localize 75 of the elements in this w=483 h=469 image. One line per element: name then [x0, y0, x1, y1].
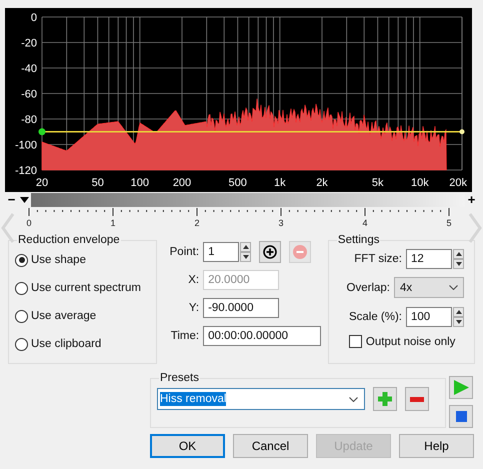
add-point-button[interactable]	[259, 241, 282, 263]
axis-label: 1k	[274, 177, 286, 189]
dialog-button[interactable]: Cancel	[233, 434, 308, 458]
spin-down-button[interactable]	[240, 252, 252, 262]
down-triangle-icon	[456, 320, 462, 324]
envelope-point[interactable]	[38, 128, 46, 136]
axis-label: 2k	[316, 177, 328, 189]
spin-down-button[interactable]	[453, 316, 464, 326]
up-triangle-icon	[242, 245, 249, 249]
down-triangle-icon	[456, 262, 462, 266]
minus-icon	[410, 396, 424, 402]
chevron-down-icon	[349, 396, 358, 402]
point-field[interactable]: 1	[203, 242, 240, 262]
minus-circle-icon	[293, 245, 308, 259]
ruler-label: 3	[278, 218, 284, 228]
axis-label: -40	[21, 63, 37, 75]
axis-label: -20	[21, 38, 37, 50]
field-label: Time:	[170, 330, 200, 342]
axis-label: -120	[14, 165, 37, 177]
axis-label: 200	[172, 177, 192, 189]
group-title: Settings	[336, 234, 380, 246]
spin-up-button[interactable]	[240, 242, 252, 252]
down-triangle-icon	[242, 255, 249, 259]
field-label: Point:	[168, 246, 200, 258]
axis-label: 50	[92, 177, 104, 189]
group-title: Presets	[159, 372, 200, 384]
preset-dropdown[interactable]: Hiss removal	[157, 388, 365, 410]
field-label: Overlap:	[346, 282, 390, 294]
axis-label: 100	[130, 177, 150, 189]
input-field[interactable]: 12	[406, 248, 452, 268]
down-triangle-icon	[20, 197, 29, 203]
axis-label: -80	[21, 114, 37, 126]
axis-label: 20k	[449, 177, 467, 189]
radio-option[interactable]: Use shape	[15, 252, 150, 268]
ruler-label: 4	[362, 218, 368, 228]
field-label: FFT size:	[354, 252, 402, 264]
chevron-down-icon	[449, 285, 458, 290]
spin-up-button[interactable]	[453, 248, 464, 258]
dialog-button[interactable]: OK	[150, 434, 225, 458]
up-triangle-icon	[456, 310, 462, 314]
axis-label: 10k	[410, 177, 429, 189]
dialog-button[interactable]: Help	[399, 434, 474, 458]
spin-up-button[interactable]	[453, 306, 464, 316]
ruler-label: 0	[26, 218, 32, 228]
axis-label: 20	[36, 177, 48, 189]
input-field[interactable]: 00:00:00.00000	[203, 326, 322, 346]
plus-icon	[378, 392, 392, 406]
radio-option[interactable]: Use clipboard	[15, 336, 150, 352]
ruler-label: 5	[446, 218, 452, 228]
axis-label: -100	[14, 140, 37, 152]
axis-label: 500	[228, 177, 247, 189]
plus-circle-icon	[263, 245, 278, 259]
envelope-point[interactable]	[460, 129, 464, 134]
stop-icon	[456, 411, 466, 422]
field-label: Y:	[188, 302, 200, 314]
checkbox-option[interactable]: Output noise only	[348, 335, 468, 348]
axis-label: -60	[21, 88, 37, 100]
input-field[interactable]: -90.0000	[203, 298, 280, 318]
input-field[interactable]: 100	[406, 306, 452, 326]
spectrum-graph[interactable]: 0 -20 -40 -60 -80 -100 -120 20 50 100 200 500 1k 2k 5k 10k 20k	[5, 8, 472, 192]
radio-option[interactable]: Use average	[15, 308, 150, 324]
up-triangle-icon	[456, 252, 462, 256]
axis-label: 0	[30, 12, 37, 24]
field-label: X:	[187, 274, 200, 286]
play-icon	[454, 380, 468, 395]
group-title: Reduction envelope	[17, 234, 121, 246]
stop-button[interactable]	[449, 405, 473, 428]
radio-option[interactable]: Use current spectrum	[15, 280, 150, 296]
ruler-label: 1	[110, 218, 116, 228]
remove-preset-button[interactable]	[405, 387, 429, 411]
field-label: Scale (%):	[348, 310, 402, 322]
spin-down-button[interactable]	[453, 258, 464, 268]
axis-label: 5k	[372, 177, 384, 189]
ruler-label: 2	[194, 218, 200, 228]
overlap-dropdown[interactable]: 4x	[394, 277, 464, 298]
